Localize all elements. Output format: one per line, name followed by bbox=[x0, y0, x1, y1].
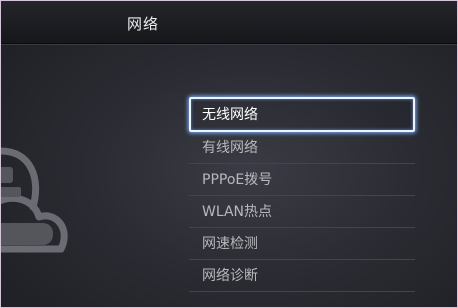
title-bar: 网络 bbox=[1, 1, 457, 44]
cloud-network-icon bbox=[1, 147, 68, 253]
network-settings-screen: 网络 无线网络 有线网络 PPPoE拨号 WLAN热点 网速检测 网络诊断 bbox=[0, 0, 458, 308]
menu-item-pppoe[interactable]: PPPoE拨号 bbox=[189, 164, 415, 196]
menu-item-diagnosis[interactable]: 网络诊断 bbox=[189, 260, 415, 292]
network-menu: 无线网络 有线网络 PPPoE拨号 WLAN热点 网速检测 网络诊断 bbox=[189, 97, 415, 292]
menu-item-label: 网络诊断 bbox=[202, 268, 258, 284]
menu-item-wireless[interactable]: 无线网络 bbox=[189, 97, 415, 132]
menu-item-label: 有线网络 bbox=[202, 140, 258, 156]
menu-item-wlan-hotspot[interactable]: WLAN热点 bbox=[189, 196, 415, 228]
menu-item-speed-test[interactable]: 网速检测 bbox=[189, 228, 415, 260]
page-title: 网络 bbox=[127, 15, 160, 33]
menu-item-label: PPPoE拨号 bbox=[202, 172, 273, 188]
menu-item-wired[interactable]: 有线网络 bbox=[189, 132, 415, 164]
menu-item-label: 无线网络 bbox=[202, 107, 258, 123]
menu-item-label: 网速检测 bbox=[202, 236, 258, 252]
menu-item-label: WLAN热点 bbox=[202, 204, 273, 220]
